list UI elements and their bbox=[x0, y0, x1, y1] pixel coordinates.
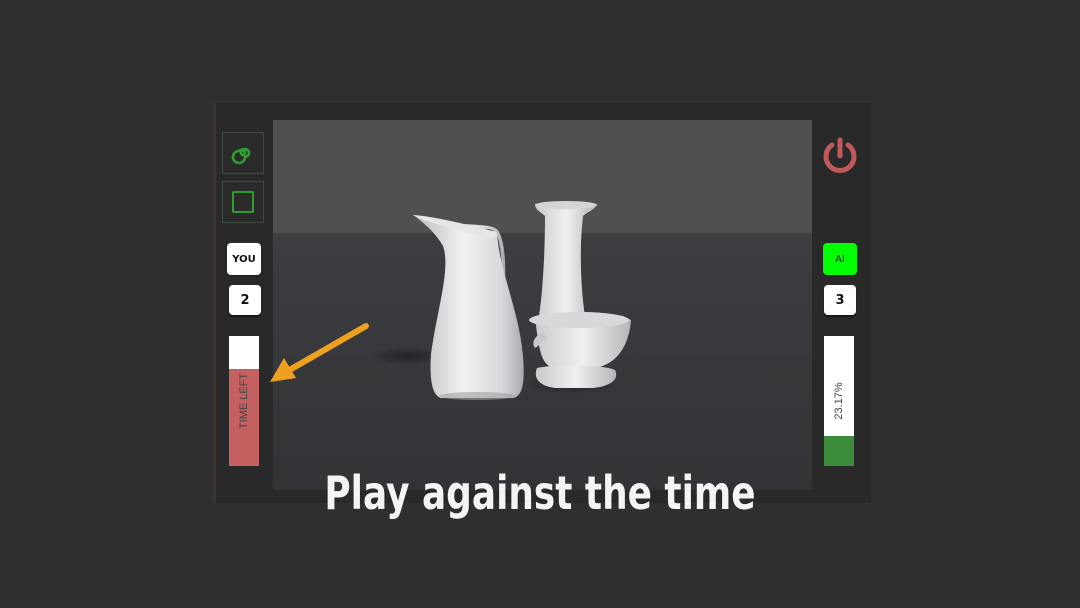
square-icon bbox=[232, 191, 254, 213]
scene-viewport[interactable] bbox=[273, 120, 812, 490]
time-left-label: TIME LEFT bbox=[238, 372, 250, 430]
opponent-label: AI bbox=[823, 243, 857, 275]
caption-text: Play against the time bbox=[324, 466, 756, 520]
spiral-icon bbox=[231, 147, 251, 165]
progress-label: 23.17% bbox=[833, 382, 845, 420]
power-icon[interactable] bbox=[820, 136, 860, 176]
progress-bar: 23.17% bbox=[824, 336, 854, 466]
scene-render bbox=[370, 201, 631, 400]
opponent-score: 3 bbox=[824, 285, 856, 315]
arrow-icon bbox=[270, 323, 369, 382]
time-left-bar: TIME LEFT bbox=[229, 336, 259, 466]
progress-fill bbox=[824, 435, 854, 466]
candle-holder-model[interactable] bbox=[529, 201, 631, 388]
spiral-tool-button[interactable] bbox=[222, 132, 264, 174]
square-tool-button[interactable] bbox=[222, 181, 264, 223]
player-score: 2 bbox=[229, 285, 261, 315]
pitcher-model[interactable] bbox=[413, 215, 524, 400]
player-label: YOU bbox=[227, 243, 261, 275]
